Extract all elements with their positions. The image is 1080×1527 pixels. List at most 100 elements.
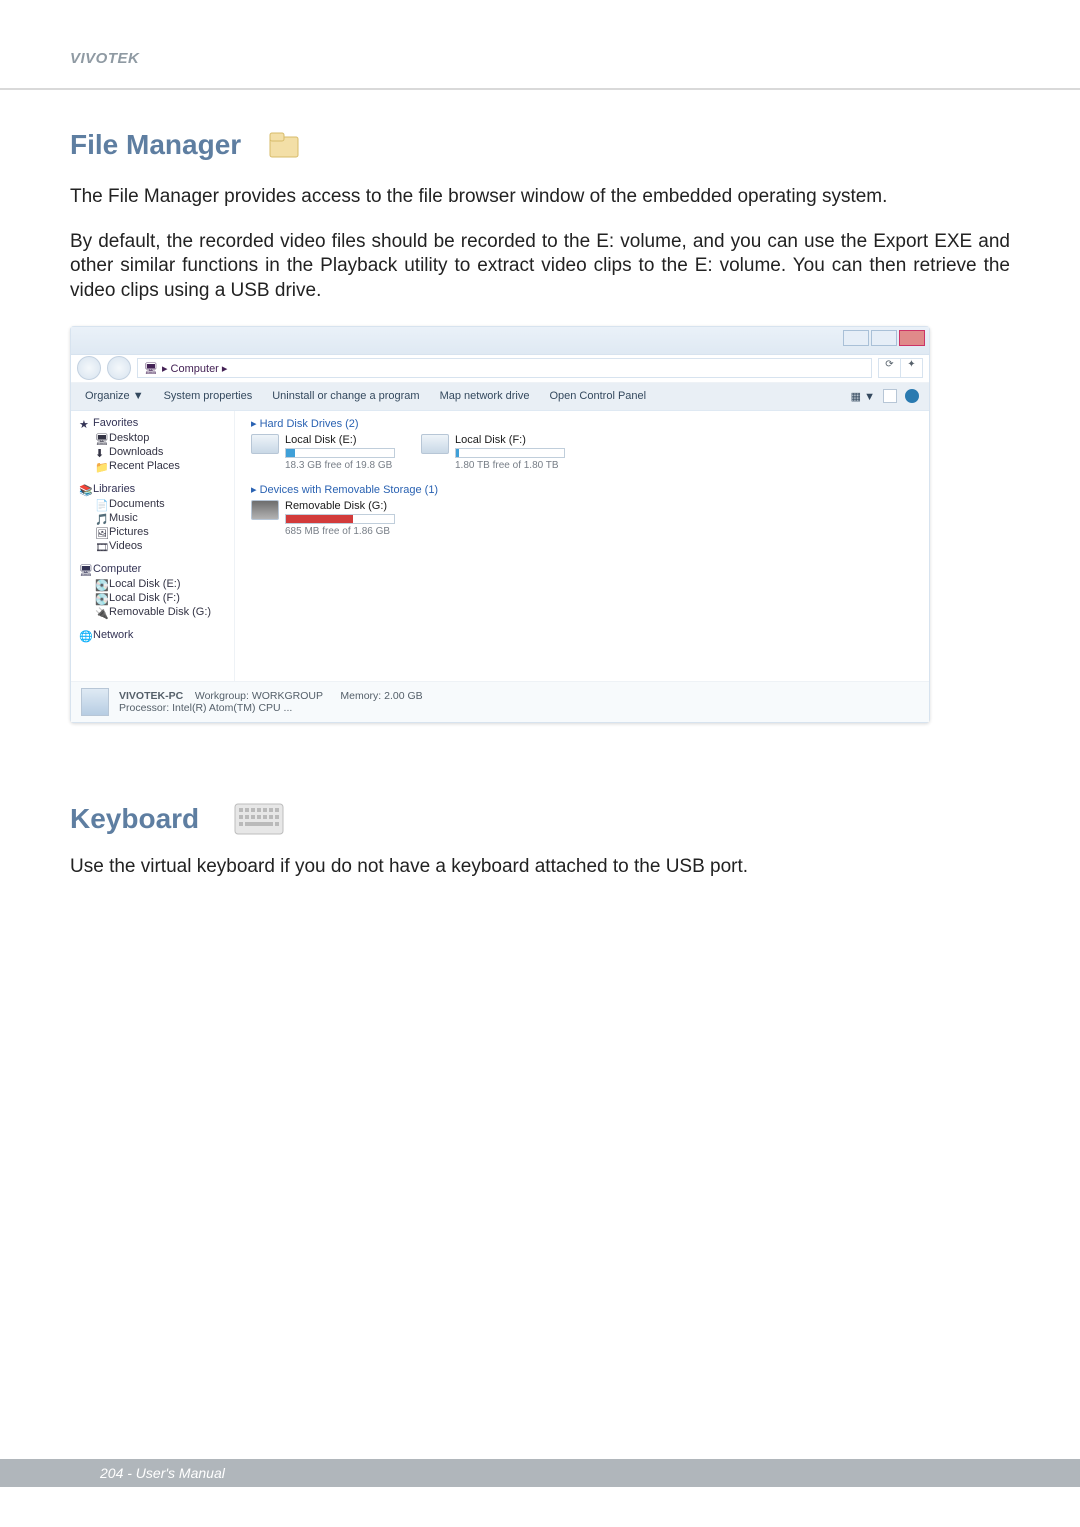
- keyboard-paragraph: Use the virtual keyboard if you do not h…: [70, 855, 1010, 880]
- content-area: File Manager The File Manager provides a…: [0, 90, 1080, 879]
- network-header[interactable]: 🌐Network: [79, 629, 226, 641]
- nav-local-disk-e[interactable]: 💽Local Disk (E:): [79, 577, 226, 591]
- network-icon: 🌐: [79, 630, 89, 640]
- brand-label: VIVOTEK: [70, 50, 139, 67]
- star-icon: ★: [79, 418, 89, 428]
- disk-icon: [251, 434, 279, 454]
- explorer-body: ★Favorites 🖥Desktop ⬇Downloads 📁Recent P…: [71, 411, 929, 681]
- music-icon: 🎵: [95, 513, 105, 523]
- status-bar: VIVOTEK-PC Workgroup: WORKGROUP Memory: …: [71, 681, 929, 722]
- refresh-icon[interactable]: ⟳: [879, 359, 901, 377]
- window-titlebar: [71, 327, 929, 355]
- system-properties-button[interactable]: System properties: [164, 390, 253, 402]
- close-button[interactable]: [899, 330, 925, 346]
- nav-music[interactable]: 🎵Music: [79, 511, 226, 525]
- main-pane: ▸ Hard Disk Drives (2) Local Disk (E:) 1…: [235, 411, 929, 681]
- view-mode-button[interactable]: ▦ ▼: [851, 390, 875, 403]
- libraries-header[interactable]: 📚Libraries: [79, 483, 226, 495]
- nav-forward-button[interactable]: [107, 356, 131, 380]
- toolbar: Organize ▼ System properties Uninstall o…: [71, 383, 929, 411]
- usb-drive-icon: [251, 500, 279, 520]
- favorites-header[interactable]: ★Favorites: [79, 417, 226, 429]
- folder-icon: [264, 125, 304, 165]
- footer-text: 204 - User's Manual: [100, 1465, 225, 1481]
- nav-recent-places[interactable]: 📁Recent Places: [79, 459, 226, 473]
- removable-category[interactable]: ▸ Devices with Removable Storage (1): [251, 483, 913, 496]
- drive-g-bar: [285, 514, 395, 524]
- nav-documents[interactable]: 📄Documents: [79, 497, 226, 511]
- address-row: 🖥 ▸ Computer ▸ ⟳ ✦: [71, 355, 929, 383]
- status-memory: Memory: 2.00 GB: [340, 690, 422, 702]
- computer-icon: 🖥: [79, 564, 89, 574]
- desktop-icon: 🖥: [95, 433, 105, 443]
- help-icon[interactable]: [905, 389, 919, 403]
- pictures-icon: 🖼: [95, 527, 105, 537]
- section-keyboard: Keyboard Use the virtual keyboard if you…: [70, 803, 1010, 880]
- drive-e-name: Local Disk (E:): [285, 434, 395, 446]
- drive-f-info: Local Disk (F:) 1.80 TB free of 1.80 TB: [455, 434, 565, 471]
- keyboard-icon: [234, 803, 284, 835]
- drive-f-bar: [455, 448, 565, 458]
- search-dropdown-icon[interactable]: ✦: [901, 359, 922, 377]
- status-processor: Processor: Intel(R) Atom(TM) CPU ...: [119, 702, 423, 714]
- fm-paragraph-1: The File Manager provides access to the …: [70, 185, 1010, 210]
- keyboard-heading: Keyboard: [70, 803, 199, 835]
- footer-band: 204 - User's Manual: [0, 1459, 1080, 1487]
- nav-desktop[interactable]: 🖥Desktop: [79, 431, 226, 445]
- nav-local-disk-f[interactable]: 💽Local Disk (F:): [79, 591, 226, 605]
- nav-removable-disk-g[interactable]: 🔌Removable Disk (G:): [79, 605, 226, 619]
- organize-menu[interactable]: Organize ▼: [85, 390, 144, 402]
- drive-g-sub: 685 MB free of 1.86 GB: [285, 526, 395, 537]
- libraries-icon: 📚: [79, 484, 89, 494]
- drive-e-bar: [285, 448, 395, 458]
- toolbar-right: ▦ ▼: [851, 389, 929, 403]
- disk-icon: 💽: [95, 593, 105, 603]
- removable-row: Removable Disk (G:) 685 MB free of 1.86 …: [251, 500, 913, 537]
- hard-disk-row: Local Disk (E:) 18.3 GB free of 19.8 GB …: [251, 434, 913, 471]
- nav-videos[interactable]: 🎞Videos: [79, 539, 226, 553]
- window-buttons: [843, 330, 925, 346]
- map-network-drive-button[interactable]: Map network drive: [440, 390, 530, 402]
- usb-icon: 🔌: [95, 607, 105, 617]
- drive-f[interactable]: Local Disk (F:) 1.80 TB free of 1.80 TB: [421, 434, 565, 471]
- file-manager-heading: File Manager: [70, 129, 241, 161]
- videos-icon: 🎞: [95, 541, 105, 551]
- breadcrumb[interactable]: 🖥 ▸ Computer ▸: [137, 358, 872, 378]
- computer-large-icon: [81, 688, 109, 716]
- page: VIVOTEK File Manager The File Manager pr…: [0, 0, 1080, 1527]
- drive-e-sub: 18.3 GB free of 19.8 GB: [285, 460, 395, 471]
- explorer-window: 🖥 ▸ Computer ▸ ⟳ ✦ Organize ▼ System pro…: [70, 326, 930, 723]
- drive-e-info: Local Disk (E:) 18.3 GB free of 19.8 GB: [285, 434, 395, 471]
- disk-icon: [421, 434, 449, 454]
- recent-icon: 📁: [95, 461, 105, 471]
- search-slot[interactable]: ⟳ ✦: [878, 358, 923, 378]
- fm-paragraph-2: By default, the recorded video files sho…: [70, 230, 1010, 304]
- libraries-group: 📚Libraries 📄Documents 🎵Music 🖼Pictures 🎞…: [79, 483, 226, 553]
- disk-icon: 💽: [95, 579, 105, 589]
- preview-pane-icon[interactable]: [883, 389, 897, 403]
- hard-disk-category[interactable]: ▸ Hard Disk Drives (2): [251, 417, 913, 430]
- computer-header[interactable]: 🖥Computer: [79, 563, 226, 575]
- computer-icon: 🖥: [144, 362, 158, 375]
- status-workgroup: Workgroup: WORKGROUP: [195, 690, 323, 702]
- header-band: VIVOTEK: [0, 0, 1080, 90]
- drive-g-name: Removable Disk (G:): [285, 500, 395, 512]
- drive-g[interactable]: Removable Disk (G:) 685 MB free of 1.86 …: [251, 500, 395, 537]
- open-control-panel-button[interactable]: Open Control Panel: [549, 390, 646, 402]
- section-file-manager: File Manager The File Manager provides a…: [70, 125, 1010, 723]
- uninstall-button[interactable]: Uninstall or change a program: [272, 390, 419, 402]
- nav-downloads[interactable]: ⬇Downloads: [79, 445, 226, 459]
- nav-back-button[interactable]: [77, 356, 101, 380]
- drive-e[interactable]: Local Disk (E:) 18.3 GB free of 19.8 GB: [251, 434, 395, 471]
- favorites-group: ★Favorites 🖥Desktop ⬇Downloads 📁Recent P…: [79, 417, 226, 473]
- status-text: VIVOTEK-PC Workgroup: WORKGROUP Memory: …: [119, 690, 423, 714]
- network-group: 🌐Network: [79, 629, 226, 641]
- minimize-button[interactable]: [843, 330, 869, 346]
- drive-f-sub: 1.80 TB free of 1.80 TB: [455, 460, 565, 471]
- navigation-pane: ★Favorites 🖥Desktop ⬇Downloads 📁Recent P…: [71, 411, 235, 681]
- documents-icon: 📄: [95, 499, 105, 509]
- maximize-button[interactable]: [871, 330, 897, 346]
- nav-pictures[interactable]: 🖼Pictures: [79, 525, 226, 539]
- downloads-icon: ⬇: [95, 447, 105, 457]
- drive-g-info: Removable Disk (G:) 685 MB free of 1.86 …: [285, 500, 395, 537]
